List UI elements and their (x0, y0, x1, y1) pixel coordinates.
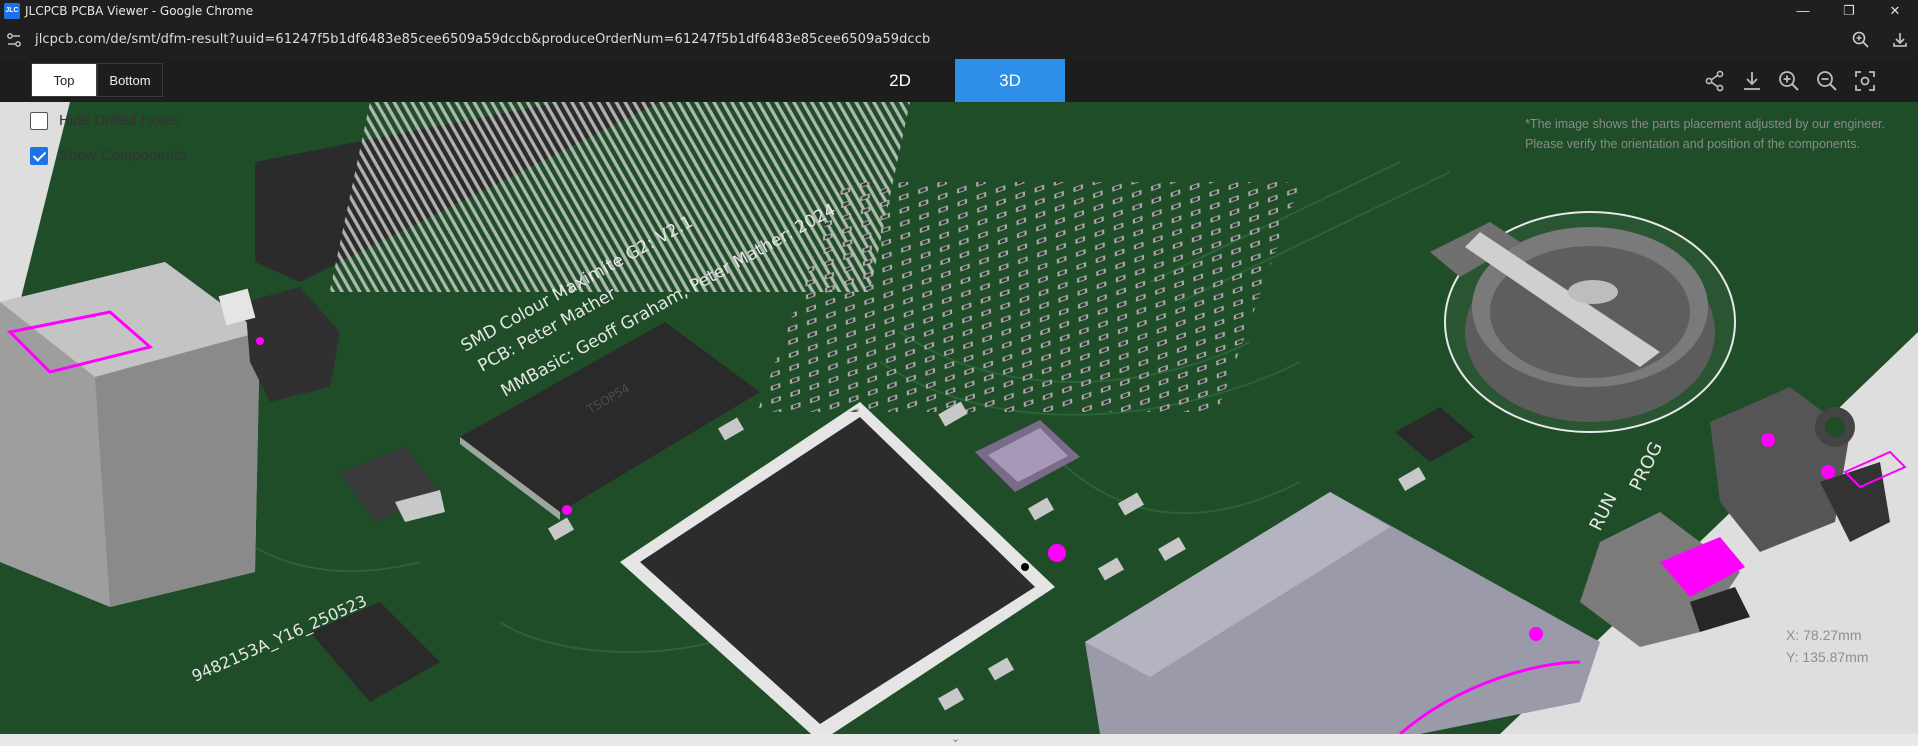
cursor-coordinates: X: 78.27mm Y: 135.87mm (1786, 624, 1869, 668)
zoom-out-icon[interactable] (1815, 69, 1839, 93)
show-components-checkbox[interactable] (30, 147, 48, 165)
fit-view-icon[interactable] (1853, 69, 1877, 93)
site-settings-icon[interactable] (6, 32, 22, 48)
note-line-1: *The image shows the parts placement adj… (1525, 117, 1885, 131)
hide-drilled-holes-label[interactable]: Hide Drilled Holes (59, 112, 179, 129)
bottom-side-button[interactable]: Bottom (97, 63, 163, 97)
top-side-button[interactable]: Top (31, 63, 97, 97)
bottom-drawer-handle[interactable]: ⌄ (0, 732, 1918, 746)
download-icon[interactable] (1890, 30, 1910, 50)
close-icon[interactable]: ✕ (1872, 0, 1918, 22)
pcb-3d-render[interactable]: TSOP54 SMD Colour Maximite G2: V2.1 PCB:… (0, 102, 1918, 734)
url-text[interactable]: jlcpcb.com/de/smt/dfm-result?uuid=61247f… (35, 32, 930, 47)
placement-note: *The image shows the parts placement adj… (1525, 114, 1885, 154)
app-logo-icon: JLC (4, 3, 20, 19)
hide-drilled-holes-checkbox[interactable] (30, 112, 48, 130)
show-components-label[interactable]: Show Components (59, 147, 186, 164)
window-title: JLCPCB PCBA Viewer - Google Chrome (25, 4, 254, 18)
address-bar[interactable]: jlcpcb.com/de/smt/dfm-result?uuid=61247f… (0, 22, 1918, 59)
usb-connector (0, 262, 260, 607)
audio-jack (1710, 387, 1907, 552)
zoom-icon[interactable] (1851, 30, 1871, 50)
window-titlebar: JLC JLCPCB PCBA Viewer - Google Chrome —… (0, 0, 1918, 22)
coord-y: Y: 135.87mm (1786, 649, 1869, 665)
minimize-icon[interactable]: — (1780, 0, 1826, 22)
tab-3d[interactable]: 3D (955, 59, 1065, 102)
coord-x: X: 78.27mm (1786, 627, 1862, 643)
download-model-icon[interactable] (1740, 69, 1764, 93)
note-line-2: Please verify the orientation and positi… (1525, 137, 1860, 151)
viewer-toolbar: Top Bottom 2D 3D (0, 59, 1918, 102)
share-icon[interactable] (1703, 69, 1727, 93)
3d-viewport[interactable]: TSOP54 SMD Colour Maximite G2: V2.1 PCB:… (0, 102, 1918, 734)
tab-2d[interactable]: 2D (845, 59, 955, 102)
zoom-in-icon[interactable] (1777, 69, 1801, 93)
restore-icon[interactable]: ❐ (1826, 0, 1872, 22)
chevron-down-icon[interactable]: ⌄ (951, 732, 960, 745)
